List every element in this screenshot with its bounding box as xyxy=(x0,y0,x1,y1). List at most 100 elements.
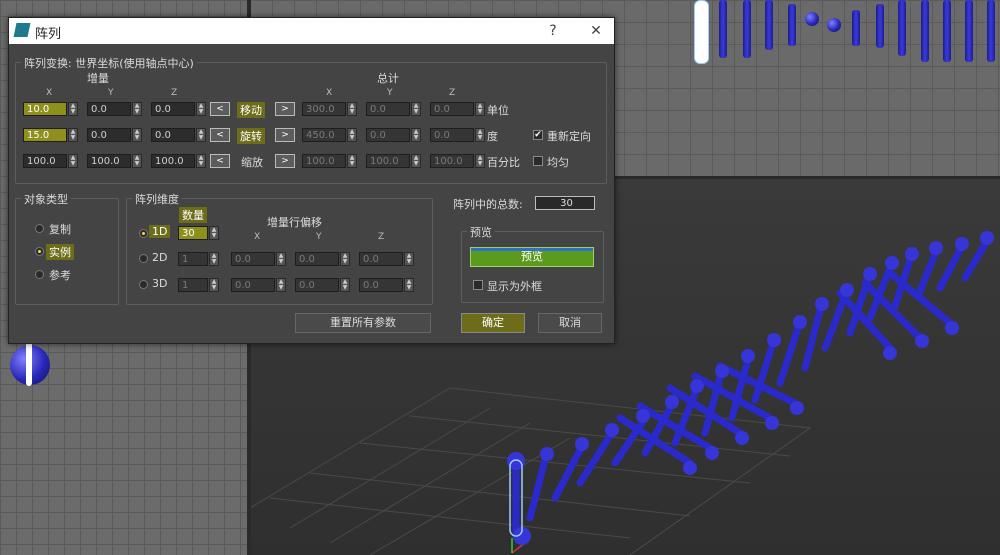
move-total-x[interactable]: 300.0 xyxy=(302,102,346,116)
spinner[interactable]: ▲ ▼ xyxy=(276,278,286,292)
move-inc-y[interactable]: 0.0 xyxy=(87,102,131,116)
rotate-total-y[interactable]: 0.0 xyxy=(366,128,410,142)
dim-1d-count[interactable]: 30 xyxy=(178,226,208,240)
preview-button[interactable]: 预览 xyxy=(470,247,594,267)
scale-total-y[interactable]: 100.0 xyxy=(366,154,410,168)
move-right-arrow-button[interactable]: > xyxy=(275,102,295,116)
rod-object[interactable] xyxy=(876,4,884,48)
cancel-button[interactable]: 取消 xyxy=(538,313,602,333)
rotate-label: 旋转 xyxy=(237,128,265,144)
ball-object[interactable] xyxy=(805,12,819,26)
total-label: 总计 xyxy=(377,72,399,85)
move-total-z[interactable]: 0.0 xyxy=(430,102,474,116)
dim-3d-radio[interactable] xyxy=(139,280,148,289)
spinner[interactable]: ▲ ▼ xyxy=(68,128,78,142)
rotate-total-z[interactable]: 0.0 xyxy=(430,128,474,142)
spinner[interactable]: ▲ ▼ xyxy=(347,102,357,116)
spinner[interactable]: ▲ ▼ xyxy=(196,102,206,116)
rod-object[interactable] xyxy=(965,0,973,62)
spinner[interactable]: ▲ ▼ xyxy=(340,278,350,292)
rotate-inc-x[interactable]: 15.0 xyxy=(23,128,67,142)
dim-axis-x: X xyxy=(254,232,261,242)
rod-object[interactable] xyxy=(719,0,727,58)
rod-object[interactable] xyxy=(943,0,951,62)
spinner[interactable]: ▲ ▼ xyxy=(347,154,357,168)
spinner[interactable]: ▲ ▼ xyxy=(209,226,219,240)
scale-label: 缩放 xyxy=(241,156,263,169)
spinner[interactable]: ▲ ▼ xyxy=(209,252,219,266)
scale-total-z[interactable]: 100.0 xyxy=(430,154,474,168)
dialog-titlebar[interactable]: 阵列 ? ✕ xyxy=(9,18,614,44)
spinner[interactable]: ▲ ▼ xyxy=(411,128,421,142)
scale-inc-x[interactable]: 100.0 xyxy=(23,154,67,168)
ball-object[interactable] xyxy=(827,18,841,32)
rod-object[interactable] xyxy=(921,0,929,62)
rotate-total-x[interactable]: 450.0 xyxy=(302,128,346,142)
spinner[interactable]: ▲ ▼ xyxy=(347,128,357,142)
dim-2d-offset-y[interactable]: 0.0 xyxy=(295,252,339,266)
dim-3d-offset-z[interactable]: 0.0 xyxy=(359,278,403,292)
selected-rod-top[interactable] xyxy=(694,0,709,64)
dim-3d-count[interactable]: 1 xyxy=(178,278,208,292)
rod-object[interactable] xyxy=(743,0,751,58)
selected-object-highlight xyxy=(26,340,32,386)
reorient-checkbox[interactable]: ✔ xyxy=(533,130,543,140)
dim-2d-label: 2D xyxy=(152,251,168,264)
spinner[interactable]: ▲ ▼ xyxy=(411,102,421,116)
spinner[interactable]: ▲ ▼ xyxy=(404,278,414,292)
rod-object[interactable] xyxy=(898,0,906,56)
spinner[interactable]: ▲ ▼ xyxy=(196,154,206,168)
spinner[interactable]: ▲ ▼ xyxy=(340,252,350,266)
copy-radio[interactable] xyxy=(35,224,44,233)
scale-total-x[interactable]: 100.0 xyxy=(302,154,346,168)
row-offset-label: 增量行偏移 xyxy=(267,216,322,229)
close-button[interactable]: ✕ xyxy=(585,21,607,41)
uniform-checkbox[interactable] xyxy=(533,156,543,166)
count-label: 数量 xyxy=(179,207,207,223)
rotate-left-arrow-button[interactable]: < xyxy=(210,128,230,142)
spinner[interactable]: ▲ ▼ xyxy=(411,154,421,168)
spinner[interactable]: ▲ ▼ xyxy=(68,154,78,168)
spinner[interactable]: ▲ ▼ xyxy=(132,102,142,116)
dim-1d-radio[interactable] xyxy=(139,229,148,238)
dim-3d-offset-x[interactable]: 0.0 xyxy=(231,278,275,292)
spinner[interactable]: ▲ ▼ xyxy=(276,252,286,266)
spinner[interactable]: ▲ ▼ xyxy=(68,102,78,116)
dim-3d-offset-y[interactable]: 0.0 xyxy=(295,278,339,292)
spinner[interactable]: ▲ ▼ xyxy=(475,128,485,142)
spinner[interactable]: ▲ ▼ xyxy=(196,128,206,142)
dim-2d-count[interactable]: 1 xyxy=(178,252,208,266)
ok-button[interactable]: 确定 xyxy=(461,313,525,333)
rotate-right-arrow-button[interactable]: > xyxy=(275,128,295,142)
rod-object[interactable] xyxy=(765,0,773,50)
spinner[interactable]: ▲ ▼ xyxy=(132,128,142,142)
rotate-inc-y[interactable]: 0.0 xyxy=(87,128,131,142)
dim-2d-offset-z[interactable]: 0.0 xyxy=(359,252,403,266)
show-as-box-checkbox[interactable] xyxy=(473,280,483,290)
dim-2d-radio[interactable] xyxy=(139,254,148,263)
spinner[interactable]: ▲ ▼ xyxy=(132,154,142,168)
scale-inc-y[interactable]: 100.0 xyxy=(87,154,131,168)
move-total-y[interactable]: 0.0 xyxy=(366,102,410,116)
spinner[interactable]: ▲ ▼ xyxy=(404,252,414,266)
spinner[interactable]: ▲ ▼ xyxy=(475,102,485,116)
rod-object[interactable] xyxy=(852,10,860,46)
increment-label: 增量 xyxy=(87,72,109,85)
scale-right-arrow-button[interactable]: > xyxy=(275,154,295,168)
rod-object[interactable] xyxy=(788,4,796,46)
reference-radio[interactable] xyxy=(35,270,44,279)
scale-inc-z[interactable]: 100.0 xyxy=(151,154,195,168)
spinner[interactable]: ▲ ▼ xyxy=(209,278,219,292)
move-left-arrow-button[interactable]: < xyxy=(210,102,230,116)
scale-left-arrow-button[interactable]: < xyxy=(210,154,230,168)
move-inc-x[interactable]: 10.0 xyxy=(23,102,67,116)
spinner[interactable]: ▲ ▼ xyxy=(475,154,485,168)
instance-radio[interactable] xyxy=(35,247,44,256)
rod-object[interactable] xyxy=(987,0,995,62)
move-inc-z[interactable]: 0.0 xyxy=(151,102,195,116)
help-button[interactable]: ? xyxy=(542,21,564,41)
reset-all-parameters-button[interactable]: 重置所有参数 xyxy=(295,313,431,333)
rotate-unit-label: 度 xyxy=(487,130,498,143)
rotate-inc-z[interactable]: 0.0 xyxy=(151,128,195,142)
dim-2d-offset-x[interactable]: 0.0 xyxy=(231,252,275,266)
